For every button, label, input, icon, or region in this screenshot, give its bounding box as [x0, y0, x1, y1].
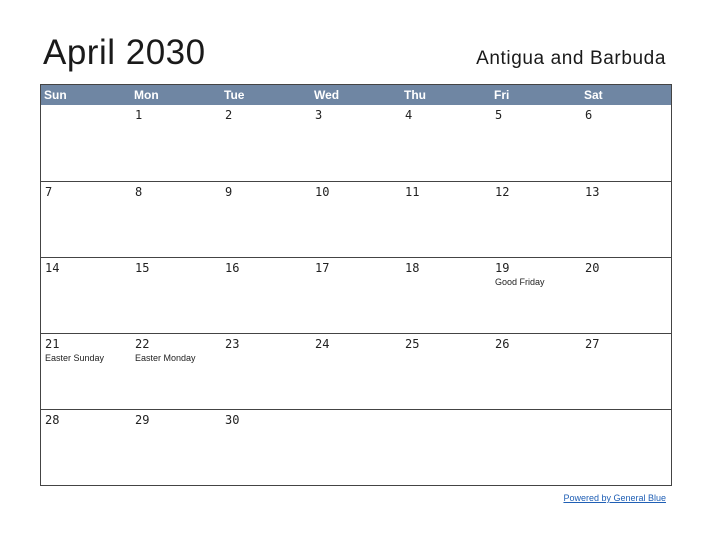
day-number: 6: [585, 108, 593, 122]
weekday-header-wed: Wed: [314, 88, 340, 102]
day-cell: 27: [581, 334, 671, 409]
weekday-header-tue: Tue: [224, 88, 245, 102]
day-number: 30: [225, 413, 240, 427]
week-row: 7 8 9 10 11 12 13: [41, 181, 671, 257]
day-cell: 24: [311, 334, 401, 409]
weekday-header-mon: Mon: [134, 88, 159, 102]
day-cell: 1: [131, 105, 221, 181]
day-cell: 10: [311, 182, 401, 257]
day-number: 21: [45, 337, 60, 351]
day-cell: 15: [131, 258, 221, 333]
day-cell: 26: [491, 334, 581, 409]
day-cell: 29: [131, 410, 221, 485]
country-name: Antigua and Barbuda: [476, 48, 666, 69]
day-number: 11: [405, 185, 420, 199]
day-cell: 18: [401, 258, 491, 333]
day-number: 14: [45, 261, 60, 275]
day-number: 17: [315, 261, 330, 275]
day-number: 24: [315, 337, 330, 351]
day-cell: 17: [311, 258, 401, 333]
day-cell: 14: [41, 258, 131, 333]
powered-by-link[interactable]: Powered by General Blue: [563, 493, 666, 503]
day-number: 2: [225, 108, 233, 122]
day-cell: [491, 410, 581, 485]
day-cell: 3: [311, 105, 401, 181]
day-number: 27: [585, 337, 600, 351]
day-cell: 28: [41, 410, 131, 485]
day-number: 10: [315, 185, 330, 199]
day-cell: [41, 105, 131, 181]
day-cell: [581, 410, 671, 485]
week-row: 21 Easter Sunday 22 Easter Monday 23 24 25…: [41, 333, 671, 409]
day-number: 8: [135, 185, 143, 199]
holiday-label: Easter Monday: [135, 353, 196, 363]
day-number: 1: [135, 108, 143, 122]
day-cell: 23: [221, 334, 311, 409]
day-number: 3: [315, 108, 323, 122]
holiday-label: Good Friday: [495, 277, 545, 287]
day-number: 29: [135, 413, 150, 427]
weekday-header-row: Sun Mon Tue Wed Thu Fri Sat: [41, 85, 671, 105]
day-number: 25: [405, 337, 420, 351]
day-number: 16: [225, 261, 240, 275]
day-cell: [401, 410, 491, 485]
day-number: 18: [405, 261, 420, 275]
day-number: 28: [45, 413, 60, 427]
day-cell: 4: [401, 105, 491, 181]
day-number: 9: [225, 185, 233, 199]
day-cell: 20: [581, 258, 671, 333]
month-title: April 2030: [43, 33, 206, 72]
day-cell: 30: [221, 410, 311, 485]
day-number: 7: [45, 185, 53, 199]
day-number: 19: [495, 261, 510, 275]
day-cell: 8: [131, 182, 221, 257]
day-number: 23: [225, 337, 240, 351]
holiday-label: Easter Sunday: [45, 353, 105, 363]
week-row: 14 15 16 17 18 19 Good Friday 20: [41, 257, 671, 333]
day-cell: 25: [401, 334, 491, 409]
day-cell: 16: [221, 258, 311, 333]
day-cell: [311, 410, 401, 485]
day-number: 20: [585, 261, 600, 275]
day-cell: 21 Easter Sunday: [41, 334, 131, 409]
day-cell: 6: [581, 105, 671, 181]
day-number: 5: [495, 108, 503, 122]
day-number: 4: [405, 108, 413, 122]
day-cell: 5: [491, 105, 581, 181]
weekday-header-thu: Thu: [404, 88, 426, 102]
weekday-header-sun: Sun: [44, 88, 67, 102]
day-number: 22: [135, 337, 150, 351]
week-row: 28 29 30: [41, 409, 671, 485]
weekday-header-sat: Sat: [584, 88, 603, 102]
week-row: 1 2 3 4 5 6: [41, 105, 671, 181]
day-cell: 12: [491, 182, 581, 257]
weekday-header-fri: Fri: [494, 88, 510, 102]
day-number: 13: [585, 185, 600, 199]
day-cell: 7: [41, 182, 131, 257]
day-cell: 2: [221, 105, 311, 181]
day-number: 12: [495, 185, 510, 199]
day-number: 26: [495, 337, 510, 351]
day-cell: 22 Easter Monday: [131, 334, 221, 409]
day-cell: 19 Good Friday: [491, 258, 581, 333]
calendar-grid: Sun Mon Tue Wed Thu Fri Sat 1 2 3 4 5 6 …: [40, 84, 672, 486]
day-cell: 11: [401, 182, 491, 257]
day-number: 15: [135, 261, 150, 275]
day-cell: 9: [221, 182, 311, 257]
day-cell: 13: [581, 182, 671, 257]
